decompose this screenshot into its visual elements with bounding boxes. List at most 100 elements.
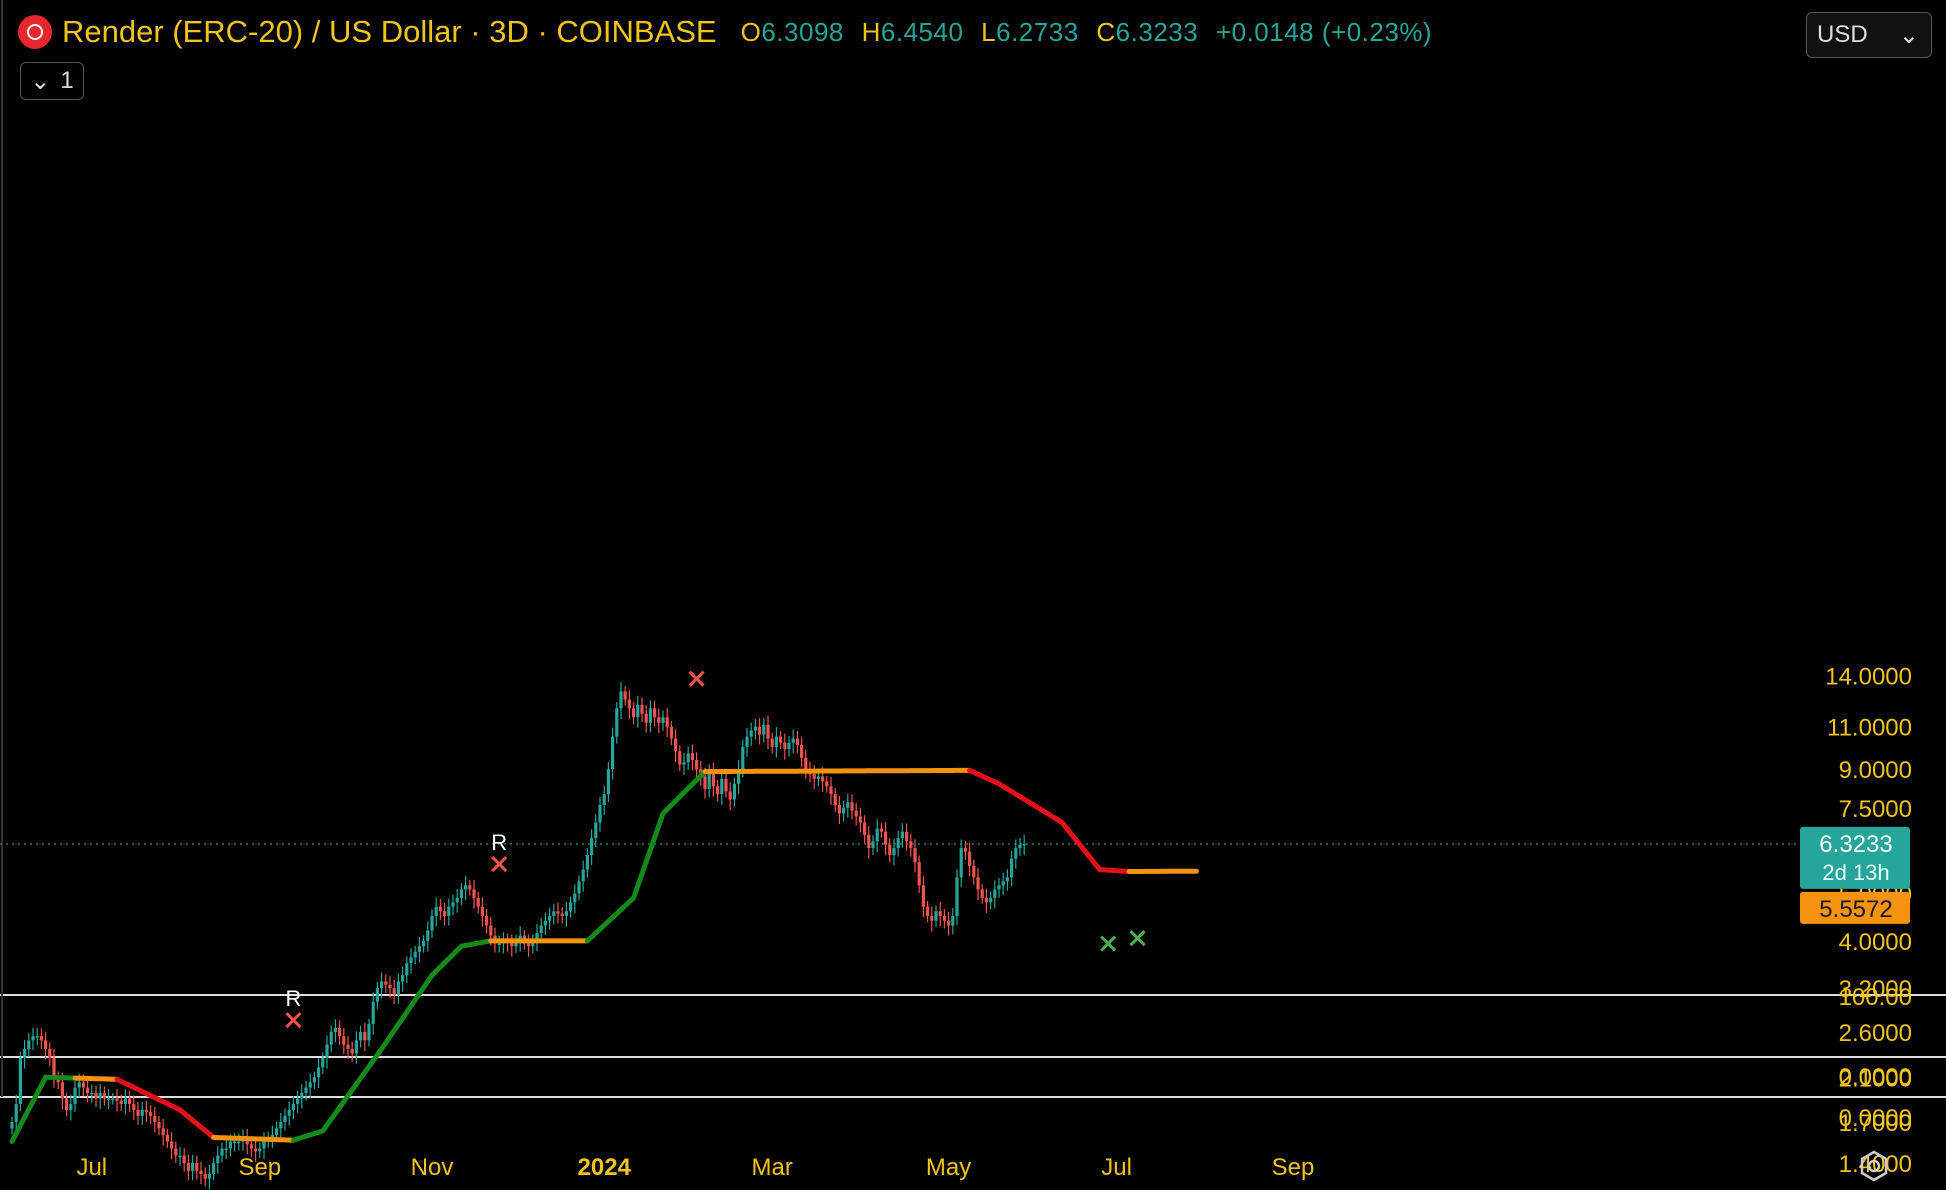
candle-body bbox=[485, 915, 489, 926]
candle-body bbox=[140, 1109, 144, 1116]
current-price-label: 6.3233 bbox=[1819, 831, 1892, 858]
candle-body bbox=[716, 786, 720, 795]
x-tick-label: Jul bbox=[1101, 1154, 1132, 1181]
candle-body bbox=[48, 1048, 52, 1058]
candle-body bbox=[695, 759, 699, 770]
chart-header: Render (ERC-20) / US Dollar · 3D · COINB… bbox=[18, 12, 1432, 52]
candle-body bbox=[464, 885, 468, 890]
candle-body bbox=[254, 1148, 258, 1152]
candle-body bbox=[384, 981, 388, 985]
candle-body bbox=[627, 699, 631, 709]
lower-pane-label: 0.0000 bbox=[1839, 1105, 1912, 1132]
candle-body bbox=[287, 1109, 291, 1116]
candle-body bbox=[972, 865, 976, 878]
logo-icon bbox=[18, 15, 52, 49]
candle-body bbox=[690, 753, 694, 760]
candle-body bbox=[1014, 848, 1018, 859]
cross-signal-icon bbox=[688, 670, 705, 687]
candle-body bbox=[308, 1082, 312, 1088]
candle-body bbox=[900, 831, 904, 839]
y-tick-label: 14.0000 bbox=[1825, 664, 1912, 691]
collapse-indicators-button[interactable]: ⌄ 1 bbox=[20, 62, 84, 100]
candle-body bbox=[938, 911, 942, 916]
candle-body bbox=[430, 915, 434, 931]
candle-body bbox=[758, 726, 762, 735]
candle-body bbox=[224, 1148, 228, 1150]
candle-body bbox=[480, 906, 484, 916]
candle-body bbox=[527, 943, 531, 947]
candle-body bbox=[1010, 858, 1014, 878]
candle-body bbox=[539, 925, 543, 934]
candle-body bbox=[724, 778, 728, 792]
candle-body bbox=[770, 738, 774, 747]
symbol-title[interactable]: Render (ERC-20) / US Dollar · 3D · COINB… bbox=[62, 14, 717, 50]
candle-body bbox=[510, 943, 514, 947]
indicator-count: 1 bbox=[60, 67, 74, 94]
candle-body bbox=[581, 869, 585, 882]
y-tick-label: 2.6000 bbox=[1839, 1020, 1912, 1047]
candle-body bbox=[367, 1024, 371, 1041]
trend-price-label: 5.5572 bbox=[1819, 896, 1892, 923]
candle-body bbox=[165, 1134, 169, 1142]
candle-body bbox=[829, 786, 833, 795]
candle-body bbox=[665, 717, 669, 727]
candle-body bbox=[728, 791, 732, 800]
candle-body bbox=[283, 1115, 287, 1122]
candle-body bbox=[934, 911, 938, 921]
trend-line-segment bbox=[702, 767, 973, 775]
candle-body bbox=[249, 1144, 253, 1149]
candle-body bbox=[354, 1040, 358, 1054]
candle-body bbox=[23, 1048, 27, 1058]
candle-body bbox=[804, 757, 808, 770]
candle-body bbox=[615, 708, 619, 737]
candle-body bbox=[65, 1098, 69, 1110]
candle-body bbox=[867, 834, 871, 849]
candle-body bbox=[812, 773, 816, 779]
candle-body bbox=[174, 1148, 178, 1156]
candle-body bbox=[186, 1163, 190, 1171]
candle-body bbox=[497, 943, 501, 946]
candle-body bbox=[640, 704, 644, 714]
countdown-label: 2d 13h bbox=[1822, 860, 1889, 885]
candle-body bbox=[863, 822, 867, 835]
candle-body bbox=[846, 802, 850, 808]
candle-body bbox=[611, 736, 615, 770]
candle-body bbox=[787, 742, 791, 750]
candle-body bbox=[854, 810, 858, 817]
candle-body bbox=[363, 1032, 367, 1041]
candle-body bbox=[182, 1155, 186, 1164]
candle-body bbox=[963, 848, 967, 852]
candle-body bbox=[720, 778, 724, 795]
candle-body bbox=[825, 781, 829, 787]
candle-body bbox=[833, 794, 837, 805]
trend-line-segment bbox=[114, 1076, 217, 1140]
candle-body bbox=[350, 1048, 354, 1054]
candle-body bbox=[31, 1036, 35, 1041]
settings-icon[interactable] bbox=[1856, 1148, 1892, 1184]
candle-body bbox=[459, 889, 463, 898]
cross-signal-icon bbox=[285, 1012, 302, 1029]
candle-body bbox=[800, 744, 804, 758]
candle-body bbox=[732, 783, 736, 800]
candle-body bbox=[312, 1077, 316, 1083]
y-tick-label: 11.0000 bbox=[1827, 715, 1912, 742]
price-chart[interactable]: 14.000011.00009.00007.50005.00004.00003.… bbox=[0, 0, 1946, 1190]
candle-body bbox=[1001, 881, 1005, 886]
candle-body bbox=[338, 1028, 342, 1037]
candle-body bbox=[317, 1067, 321, 1078]
candle-body bbox=[325, 1044, 329, 1058]
candle-body bbox=[468, 885, 472, 890]
candle-body bbox=[959, 848, 963, 878]
candle-body bbox=[237, 1141, 241, 1144]
candle-body bbox=[359, 1032, 363, 1041]
currency-selector[interactable]: USD ⌄ bbox=[1806, 12, 1932, 58]
candle-body bbox=[94, 1092, 98, 1099]
candle-body bbox=[77, 1082, 81, 1088]
candle-body bbox=[556, 911, 560, 914]
candle-body bbox=[144, 1109, 148, 1113]
candle-body bbox=[636, 704, 640, 718]
candle-body bbox=[917, 862, 921, 886]
y-tick-label: 7.5000 bbox=[1839, 796, 1912, 823]
candle-body bbox=[489, 925, 493, 936]
candle-body bbox=[396, 981, 400, 995]
